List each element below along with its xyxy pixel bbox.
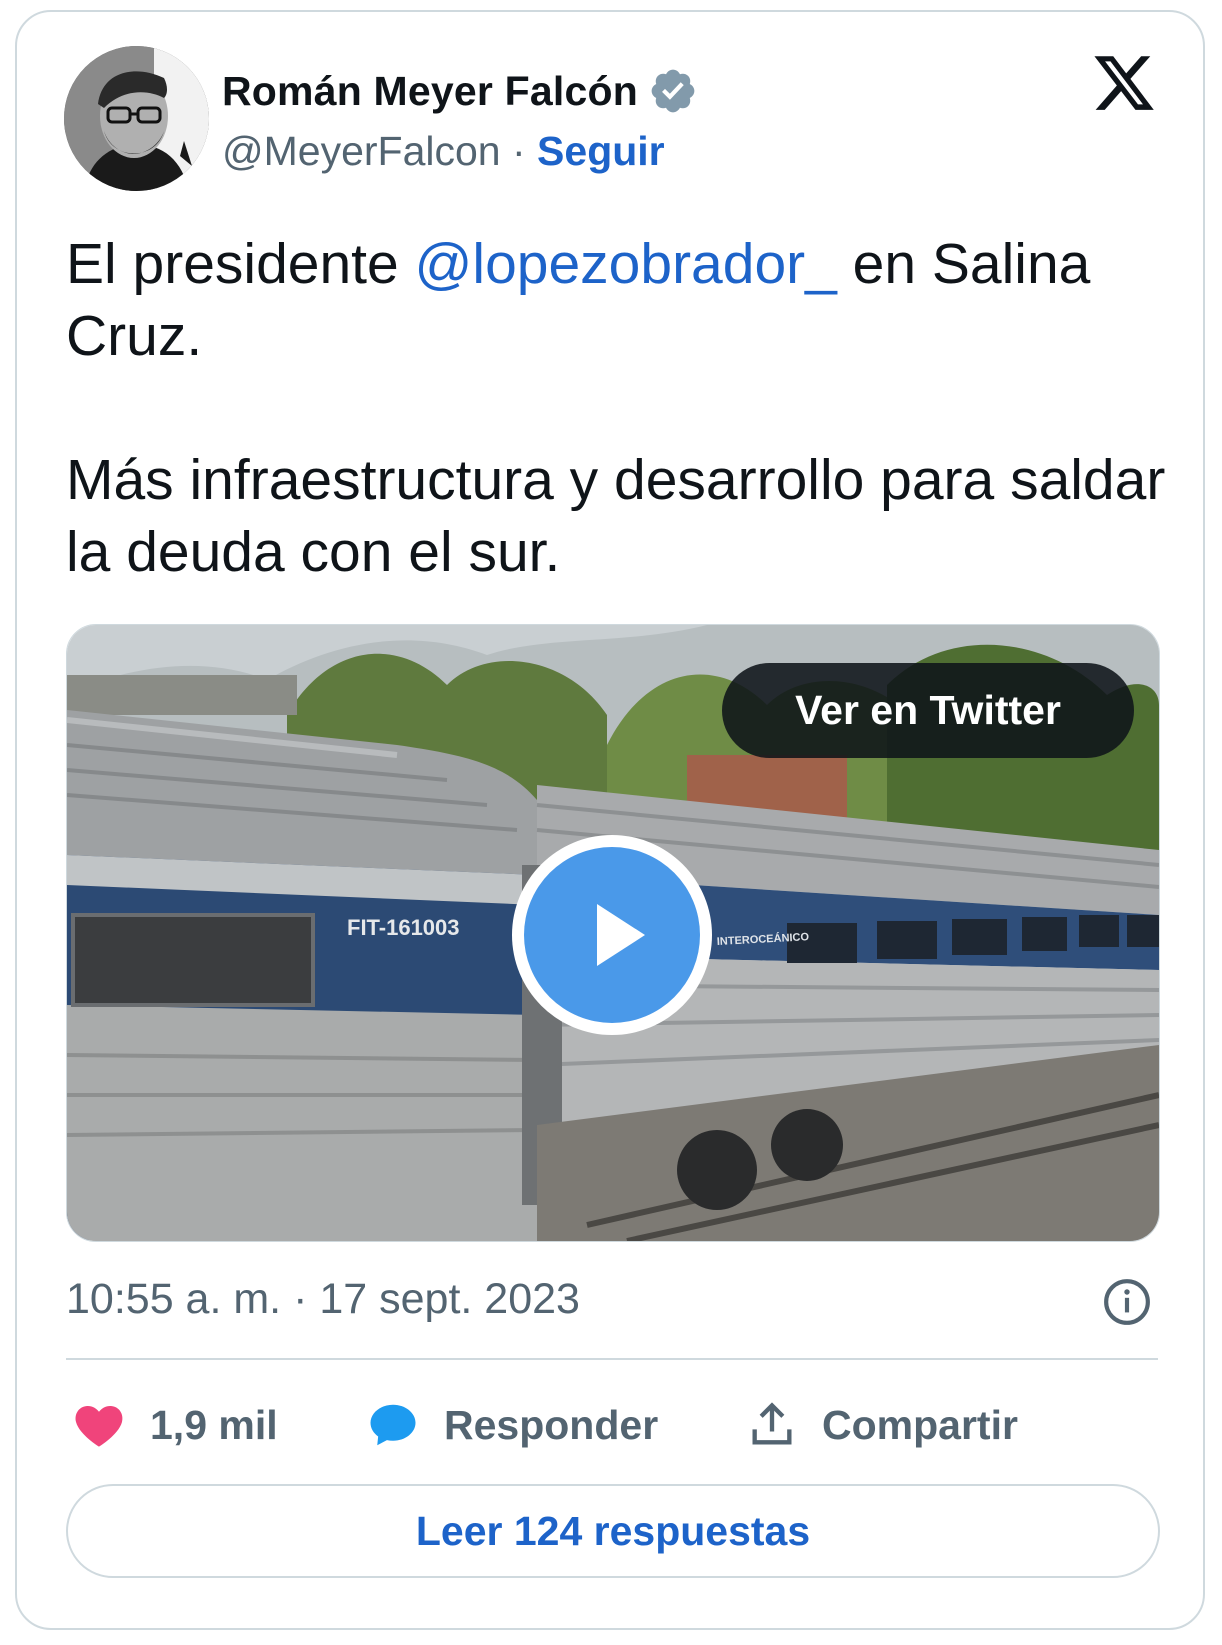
author-name-row[interactable]: Román Meyer Falcón: [222, 66, 698, 116]
like-count: 1,9 mil: [150, 1401, 278, 1448]
tweet-text-prefix: El presidente: [66, 232, 415, 296]
share-icon: [752, 1402, 792, 1445]
play-button[interactable]: [512, 835, 712, 1035]
tweet-paragraph-2: Más infraestructura y desarrollo para sa…: [66, 448, 1166, 584]
train-number-label: FIT-161003: [347, 915, 460, 940]
reply-label: Responder: [444, 1401, 659, 1448]
share-label: Compartir: [822, 1401, 1018, 1448]
heart-icon: [75, 1405, 123, 1447]
info-icon[interactable]: [1102, 1277, 1152, 1327]
view-on-twitter-button[interactable]: Ver en Twitter: [722, 663, 1134, 758]
tweet-timestamp[interactable]: 10:55 a. m. · 17 sept. 2023: [66, 1275, 580, 1324]
handle-row: @MeyerFalcon · Seguir: [222, 128, 665, 175]
mention-link[interactable]: @lopezobrador_: [415, 232, 837, 296]
avatar[interactable]: [64, 46, 209, 191]
reply-action[interactable]: Responder: [366, 1385, 658, 1465]
separator-dot: ·: [512, 128, 538, 174]
share-action[interactable]: Compartir: [746, 1385, 1018, 1465]
verified-badge-icon: [651, 69, 695, 113]
reply-bubble-icon: [370, 1404, 416, 1446]
play-icon: [597, 904, 645, 966]
like-action[interactable]: 1,9 mil: [72, 1385, 278, 1465]
author-name[interactable]: Román Meyer Falcón: [222, 68, 638, 115]
action-bar: 1,9 mil Responder Compartir: [66, 1385, 1158, 1465]
x-logo-icon[interactable]: [1090, 50, 1158, 116]
tweet-text: El presidente @lopezobrador_ en Salina C…: [66, 228, 1166, 588]
author-handle[interactable]: @MeyerFalcon: [222, 128, 501, 174]
read-replies-button[interactable]: Leer 124 respuestas: [66, 1484, 1160, 1578]
follow-button[interactable]: Seguir: [537, 128, 665, 174]
divider: [66, 1358, 1158, 1360]
